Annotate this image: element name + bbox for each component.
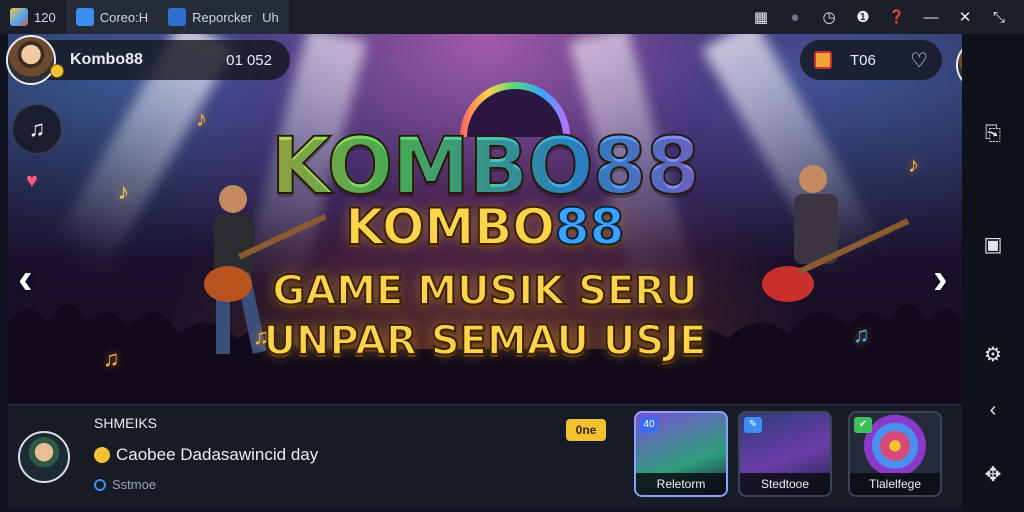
user-avatar[interactable] [18,431,70,483]
tag-badge[interactable]: 0ne [566,419,606,441]
banner-tagline: UNPAR SEMAU USJE [263,317,708,365]
section-title: SHMEIKS [94,415,158,431]
score-label: 01 052 [226,51,272,69]
check-icon: ✔ [854,417,872,433]
help-icon[interactable]: ❓ [880,0,914,34]
card-label: Tlalelfege [850,473,940,495]
card-label: Reletorm [636,473,726,495]
window-icon[interactable]: ▣ [975,226,1011,262]
right-toolbar: ⎘ ▣ ⚙ ‹ ✥ [962,34,1024,512]
coin-icon [50,64,64,78]
game-card-tlalelfege[interactable]: ✔ Tlalelfege [848,411,942,497]
rotate-screen-icon[interactable]: ⎘ [975,116,1011,152]
tab-reporcker-extra: Uh [262,9,279,25]
coins-label: T06 [850,51,876,69]
qr-icon[interactable]: ▦ [744,0,778,34]
store-icon [168,8,187,26]
fullscreen-icon[interactable]: ⤡ [982,0,1016,34]
sub-row: Sstmoe [94,477,156,492]
coins-header[interactable]: T06 ♡ [800,40,942,80]
tab-reporcker[interactable]: Reporcker Uh [158,0,289,34]
sub-label: Sstmoe [112,477,157,492]
headline-kombo: KOMBO [345,197,556,257]
card-badge: 40 [640,417,658,433]
window-tab-bar: 120 Coreo:H Reporcker Uh ▦ ● ◷ ❶ ❓ — ✕ ⤡ [0,0,1024,34]
banner-subtitle: GAME MUSIK SERU [271,267,698,315]
home-icon [75,8,94,26]
player-avatar[interactable] [6,35,56,85]
heart-icon[interactable]: ♡ [910,48,928,73]
coin-icon [94,447,110,463]
close-icon[interactable]: ✕ [948,0,982,34]
minimize-icon[interactable]: — [914,0,948,34]
app-cube-icon [10,8,28,26]
banner-headline: KOMBO88 [8,197,962,257]
edit-icon: ✎ [744,417,762,433]
message-text: Caobee Dadasawincid day [116,445,319,464]
clock-icon[interactable]: ◷ [812,0,846,34]
settings-gear-icon[interactable]: ⚙ [975,336,1011,372]
game-banner[interactable]: ♪ ♪ ♪ ♫ ♫ ♫ KOMBO88 KOMBO88 GAME MUSIK S… [8,34,962,404]
player-name: Kombo88 [70,51,143,68]
tab-app-label: 120 [34,9,56,25]
info-icon[interactable]: ❶ [846,0,880,34]
heart-icon[interactable]: ♥ [26,170,38,193]
headline-88: 88 [554,197,626,257]
player-header[interactable]: Kombo88 01 052 [6,35,290,85]
carousel-next-button[interactable]: › [933,254,948,304]
record-icon[interactable]: ● [778,0,812,34]
tab-home[interactable]: Coreo:H [65,0,159,34]
tab-app[interactable]: 120 [0,0,66,34]
back-icon[interactable]: ‹ [975,392,1011,428]
message-row: Caobee Dadasawincid day [94,445,318,465]
tab-reporcker-label: Reporcker [192,9,253,25]
music-library-button[interactable]: ♫ [12,104,62,154]
tab-home-label: Coreo:H [99,9,149,25]
carousel-prev-button[interactable]: ‹ [18,254,33,304]
location-pin-icon [94,478,106,491]
card-label: Stedtooe [740,473,830,495]
bottom-panel: SHMEIKS Caobee Dadasawincid day Sstmoe 0… [8,404,962,508]
coin-pack-icon[interactable] [814,51,832,69]
gamepad-icon[interactable]: ✥ [975,456,1011,492]
game-card-reletorm[interactable]: 40 Reletorm [634,411,728,497]
game-card-stedtooe[interactable]: ✎ Stedtooe [738,411,832,497]
